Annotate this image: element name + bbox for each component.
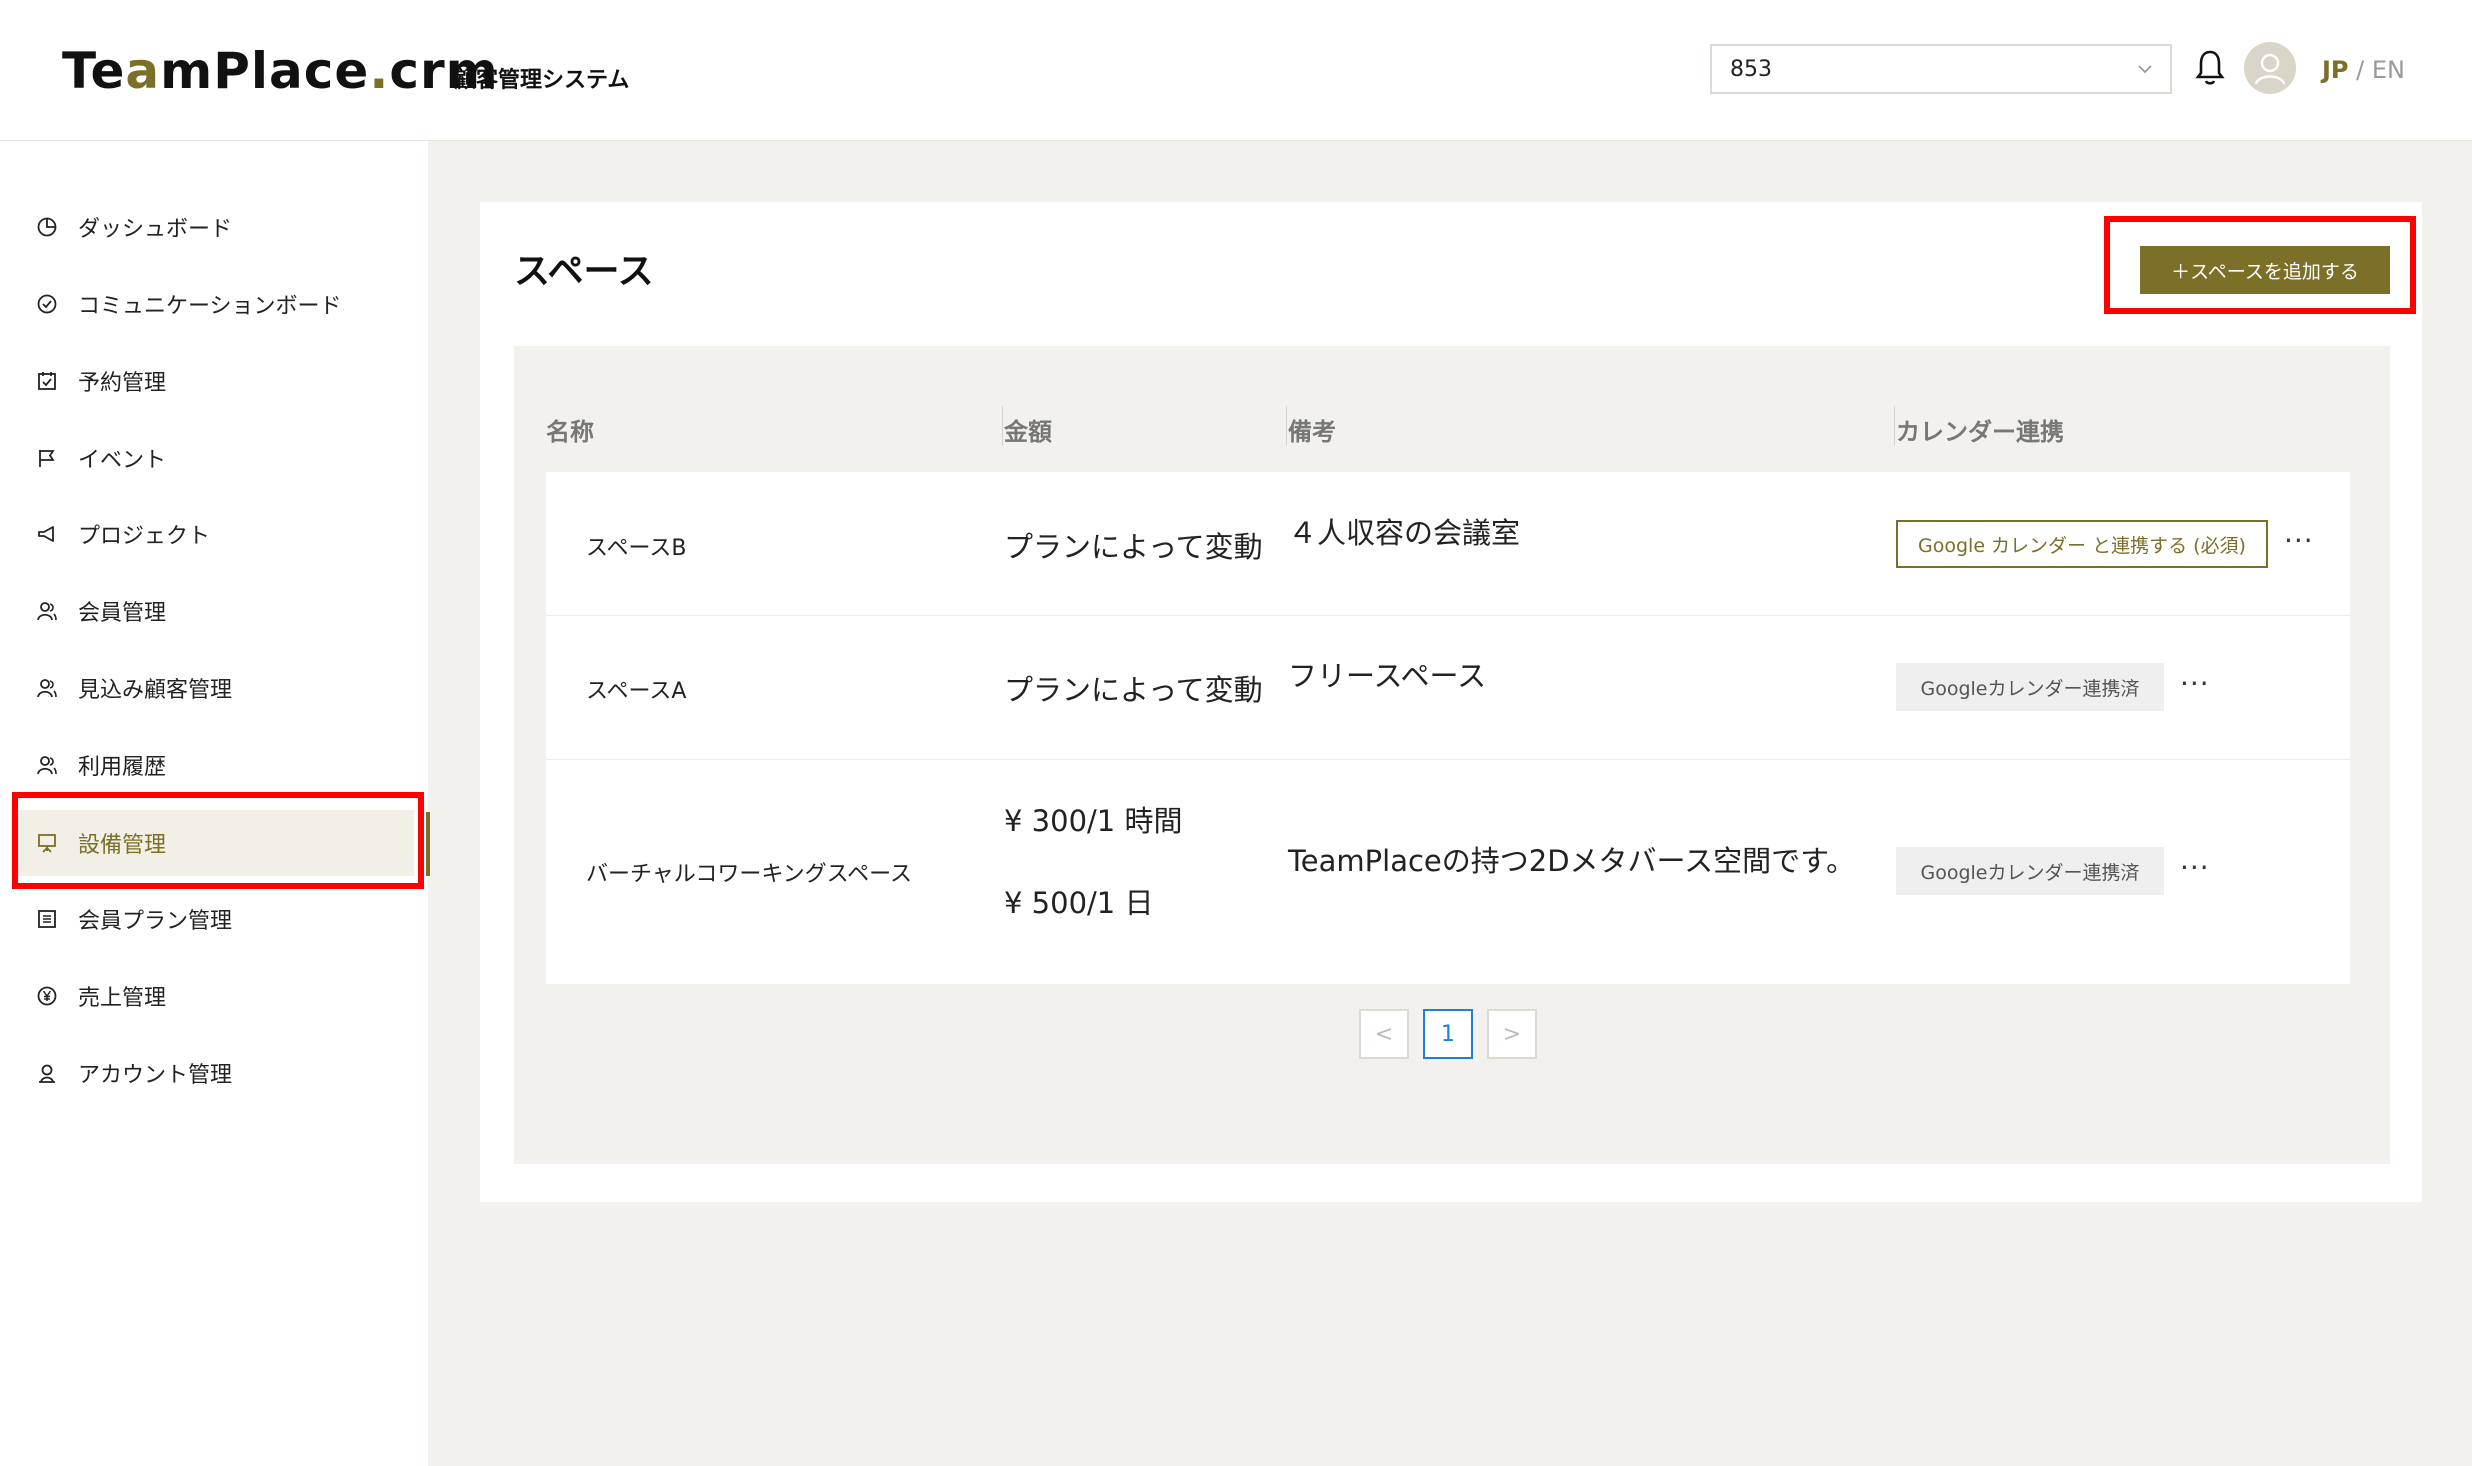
table-row-note: TeamPlaceの持つ2Dメタバース空間です。 [1288, 844, 1856, 878]
google-calendar-connected-badge[interactable]: Googleカレンダー連携済 [1896, 847, 2164, 895]
users-icon [34, 752, 60, 778]
pie-chart-icon [34, 214, 60, 240]
logo-dot: . [369, 42, 390, 100]
more-options-icon[interactable]: ··· [2180, 851, 2210, 884]
language-switch: JP / EN [2322, 56, 2405, 84]
row-divider [546, 615, 2350, 616]
active-indicator [426, 812, 430, 876]
lang-en[interactable]: EN [2372, 56, 2405, 84]
sidebar-item-label: 会員管理 [78, 601, 167, 626]
google-calendar-connected-badge[interactable]: Googleカレンダー連携済 [1896, 663, 2164, 711]
table-row-name[interactable]: スペースA [586, 673, 686, 705]
bell-icon[interactable] [2194, 48, 2226, 88]
sidebar-item-projects[interactable]: プロジェクト [14, 501, 414, 567]
add-space-button[interactable]: ＋スペースを追加する [2140, 246, 2390, 294]
table-row-price: プランによって変動 [1004, 530, 1263, 564]
sidebar-item-label: 利用履歴 [78, 755, 167, 780]
pagination-next-button[interactable]: > [1487, 1009, 1537, 1059]
megaphone-icon [34, 521, 60, 547]
space-select[interactable]: 853 [1710, 44, 2172, 94]
users-icon [34, 598, 60, 624]
logo-subtitle: 顧客管理システム [454, 68, 630, 93]
table-row-name[interactable]: スペースB [586, 530, 686, 562]
sidebar-item-events[interactable]: イベント [14, 425, 414, 491]
column-header-calendar: カレンダー連携 [1896, 418, 2064, 446]
sidebar-item-label: 見込み顧客管理 [78, 678, 233, 703]
check-circle-icon [34, 291, 60, 317]
flag-icon [34, 445, 60, 471]
sidebar-item-label: プロジェクト [78, 524, 211, 549]
user-avatar[interactable] [2244, 42, 2296, 94]
sidebar-item-dashboard[interactable]: ダッシュボード [14, 194, 414, 260]
logo-prefix: Te [62, 42, 126, 100]
sidebar-item-members[interactable]: 会員管理 [14, 578, 414, 644]
top-header: TeamPlace.crm 顧客管理システム 853 JP / EN [0, 0, 2472, 141]
more-options-icon[interactable]: ··· [2180, 667, 2210, 700]
pagination-prev-button[interactable]: < [1359, 1009, 1409, 1059]
logo[interactable]: TeamPlace.crm [62, 42, 499, 100]
sidebar-item-prospects[interactable]: 見込み顧客管理 [14, 655, 414, 721]
calendar-check-icon [34, 368, 60, 394]
table-row-note: ４人収容の会議室 [1288, 516, 1521, 550]
account-icon [34, 1060, 60, 1086]
sidebar-item-accounts[interactable]: アカウント管理 [14, 1040, 414, 1106]
table-row-price-daily: ¥ 500/1 日 [1004, 886, 1154, 920]
sidebar-item-label: 設備管理 [78, 833, 167, 858]
table-row-note: フリースペース [1288, 659, 1487, 693]
yen-circle-icon [34, 983, 60, 1009]
column-header-note: 備考 [1288, 418, 1336, 446]
sidebar-item-label: 売上管理 [78, 986, 167, 1011]
column-header-name: 名称 [546, 418, 594, 446]
user-silhouette-icon [2254, 53, 2286, 85]
sidebar-item-usage-history[interactable]: 利用履歴 [14, 732, 414, 798]
sidebar-item-facilities[interactable]: 設備管理 [14, 810, 414, 876]
logo-mid: mPlace [160, 42, 370, 100]
logo-accent-a: a [125, 42, 161, 100]
lang-separator: / [2348, 56, 2372, 84]
column-header-price: 金額 [1004, 418, 1052, 446]
chevron-down-icon [2138, 65, 2152, 74]
sidebar [0, 141, 428, 1466]
sidebar-item-member-plans[interactable]: 会員プラン管理 [14, 886, 414, 952]
users-icon [34, 675, 60, 701]
space-select-value: 853 [1730, 57, 1772, 82]
sidebar-item-label: 会員プラン管理 [78, 909, 233, 934]
sidebar-item-communication-board[interactable]: コミュニケーションボード [14, 271, 414, 337]
pagination-page-1[interactable]: 1 [1423, 1009, 1473, 1059]
table-row-price: プランによって変動 [1004, 673, 1263, 707]
table-row-price-hourly: ¥ 300/1 時間 [1004, 804, 1183, 838]
lang-jp[interactable]: JP [2322, 56, 2349, 84]
sidebar-item-label: コミュニケーションボード [78, 294, 342, 319]
column-divider [1286, 406, 1287, 446]
more-options-icon[interactable]: ··· [2284, 524, 2314, 557]
sidebar-item-sales[interactable]: 売上管理 [14, 963, 414, 1029]
column-divider [1002, 406, 1003, 446]
page-title: スペース [514, 251, 654, 292]
sidebar-item-label: 予約管理 [78, 371, 167, 396]
sidebar-item-label: ダッシュボード [78, 217, 233, 242]
list-icon [34, 906, 60, 932]
sidebar-item-label: イベント [78, 448, 167, 473]
table-row-name[interactable]: バーチャルコワーキングスペース [586, 856, 912, 888]
presentation-board-icon [34, 830, 60, 856]
connect-google-calendar-button[interactable]: Google カレンダー と連携する (必須) [1896, 520, 2268, 568]
column-divider [1894, 406, 1895, 446]
sidebar-item-label: アカウント管理 [78, 1063, 233, 1088]
row-divider [546, 759, 2350, 760]
sidebar-item-reservations[interactable]: 予約管理 [14, 348, 414, 414]
